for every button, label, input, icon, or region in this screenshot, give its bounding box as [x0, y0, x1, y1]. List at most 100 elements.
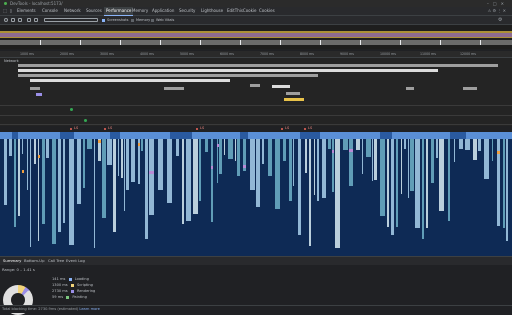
flame-column[interactable] — [113, 139, 116, 232]
timeline-overview[interactable] — [0, 25, 512, 49]
flame-event[interactable] — [38, 155, 40, 158]
flame-column[interactable] — [69, 139, 74, 245]
flame-column[interactable] — [401, 139, 402, 194]
tab-network[interactable]: Network — [64, 7, 81, 15]
network-request-bar[interactable] — [18, 64, 498, 67]
flame-column[interactable] — [503, 139, 505, 228]
flame-event[interactable] — [332, 150, 334, 153]
flame-column[interactable] — [322, 139, 326, 198]
tab-event-log[interactable]: Event Log — [66, 257, 85, 265]
flame-event[interactable] — [149, 171, 154, 174]
screenshots-checkbox[interactable] — [102, 18, 105, 22]
network-request-bar[interactable] — [30, 87, 40, 90]
tab-elements[interactable]: Elements — [17, 7, 36, 15]
flame-column[interactable] — [14, 139, 16, 227]
clear-icon[interactable] — [18, 18, 22, 22]
network-request-bar[interactable] — [286, 92, 300, 95]
flame-event[interactable] — [138, 143, 140, 146]
flame-column[interactable] — [356, 139, 360, 150]
flame-column[interactable] — [63, 139, 65, 223]
flame-column[interactable] — [77, 139, 81, 204]
flame-column[interactable] — [473, 139, 477, 160]
flame-column[interactable] — [404, 139, 406, 149]
flame-column[interactable] — [317, 139, 319, 201]
flame-column[interactable] — [167, 139, 172, 203]
flame-column[interactable] — [42, 139, 45, 224]
tab-memory[interactable]: Memory — [132, 7, 148, 15]
flame-column[interactable] — [478, 139, 481, 151]
marker-dot[interactable] — [196, 128, 198, 130]
flame-column[interactable] — [30, 139, 31, 247]
flame-column[interactable] — [22, 139, 23, 154]
flame-column[interactable] — [145, 139, 148, 239]
flame-column[interactable] — [415, 139, 420, 228]
flame-column[interactable] — [268, 139, 272, 176]
flame-column[interactable] — [426, 139, 428, 228]
flame-column[interactable] — [408, 139, 409, 198]
flame-event[interactable] — [349, 149, 353, 152]
flame-column[interactable] — [126, 139, 129, 190]
tab-performance[interactable]: Performance — [104, 7, 134, 16]
network-request-bar[interactable] — [18, 74, 318, 77]
network-request-bar[interactable] — [18, 69, 438, 72]
flame-column[interactable] — [332, 139, 334, 192]
flame-column[interactable] — [335, 139, 340, 248]
flame-column[interactable] — [83, 139, 85, 188]
flame-column[interactable] — [309, 139, 311, 246]
tab-call-tree[interactable]: Call Tree — [48, 257, 64, 265]
flame-column[interactable] — [199, 139, 201, 201]
download-icon[interactable] — [34, 18, 38, 22]
tab-editthiscookie[interactable]: EditThisCookie — [227, 7, 257, 15]
flame-column[interactable] — [431, 139, 434, 183]
flame-chart[interactable] — [0, 139, 512, 256]
flame-column[interactable] — [58, 139, 61, 232]
network-request-bar[interactable] — [406, 87, 414, 90]
flame-column[interactable] — [186, 139, 191, 221]
flame-event[interactable] — [98, 140, 101, 143]
tab-security[interactable]: Security — [179, 7, 195, 15]
flame-column[interactable] — [380, 139, 385, 216]
flame-column[interactable] — [87, 139, 92, 149]
flame-column[interactable] — [182, 139, 184, 224]
flame-column[interactable] — [396, 139, 398, 227]
flame-column[interactable] — [158, 139, 163, 190]
network-request-bar[interactable] — [463, 87, 477, 90]
record-icon[interactable] — [4, 18, 8, 22]
flame-column[interactable] — [283, 139, 286, 161]
flame-column[interactable] — [34, 139, 36, 164]
network-request-bar[interactable] — [30, 79, 230, 82]
tab-lighthouse[interactable]: Lighthouse — [201, 7, 223, 15]
network-request-bar[interactable] — [164, 87, 184, 90]
flame-column[interactable] — [235, 139, 236, 161]
network-track-label[interactable]: Network — [4, 59, 19, 63]
flame-column[interactable] — [305, 139, 307, 173]
flame-column[interactable] — [149, 139, 154, 215]
timing-marker-dot[interactable] — [84, 119, 87, 122]
flame-column[interactable] — [314, 139, 315, 195]
flame-column[interactable] — [131, 139, 135, 182]
flame-column[interactable] — [228, 139, 233, 159]
flame-column[interactable] — [237, 139, 240, 176]
flame-event[interactable] — [497, 151, 500, 154]
flame-column[interactable] — [448, 139, 450, 221]
flame-column[interactable] — [465, 139, 470, 150]
tab-application[interactable]: Application — [152, 7, 174, 15]
devtools-settings-icons[interactable]: ⚠ ⚙ ⋮ ✕ — [488, 7, 506, 15]
flame-column[interactable] — [224, 139, 225, 155]
marker-dot[interactable] — [70, 128, 72, 130]
flame-column[interactable] — [410, 139, 414, 191]
flame-column[interactable] — [256, 139, 260, 207]
upload-icon[interactable] — [27, 18, 31, 22]
network-request-bar[interactable] — [250, 84, 260, 87]
flame-column[interactable] — [289, 139, 292, 201]
flame-event[interactable] — [22, 170, 24, 173]
flame-column[interactable] — [454, 139, 455, 162]
tracks-panel[interactable]: Network — [0, 58, 512, 132]
flame-column[interactable] — [141, 139, 143, 151]
flame-column[interactable] — [262, 139, 264, 164]
network-request-bar[interactable] — [36, 93, 42, 96]
flame-column[interactable] — [102, 139, 106, 218]
tab-cookies[interactable]: Cookies — [259, 7, 275, 15]
webvitals-checkbox[interactable] — [151, 18, 154, 22]
main-thread-track[interactable] — [0, 132, 512, 139]
